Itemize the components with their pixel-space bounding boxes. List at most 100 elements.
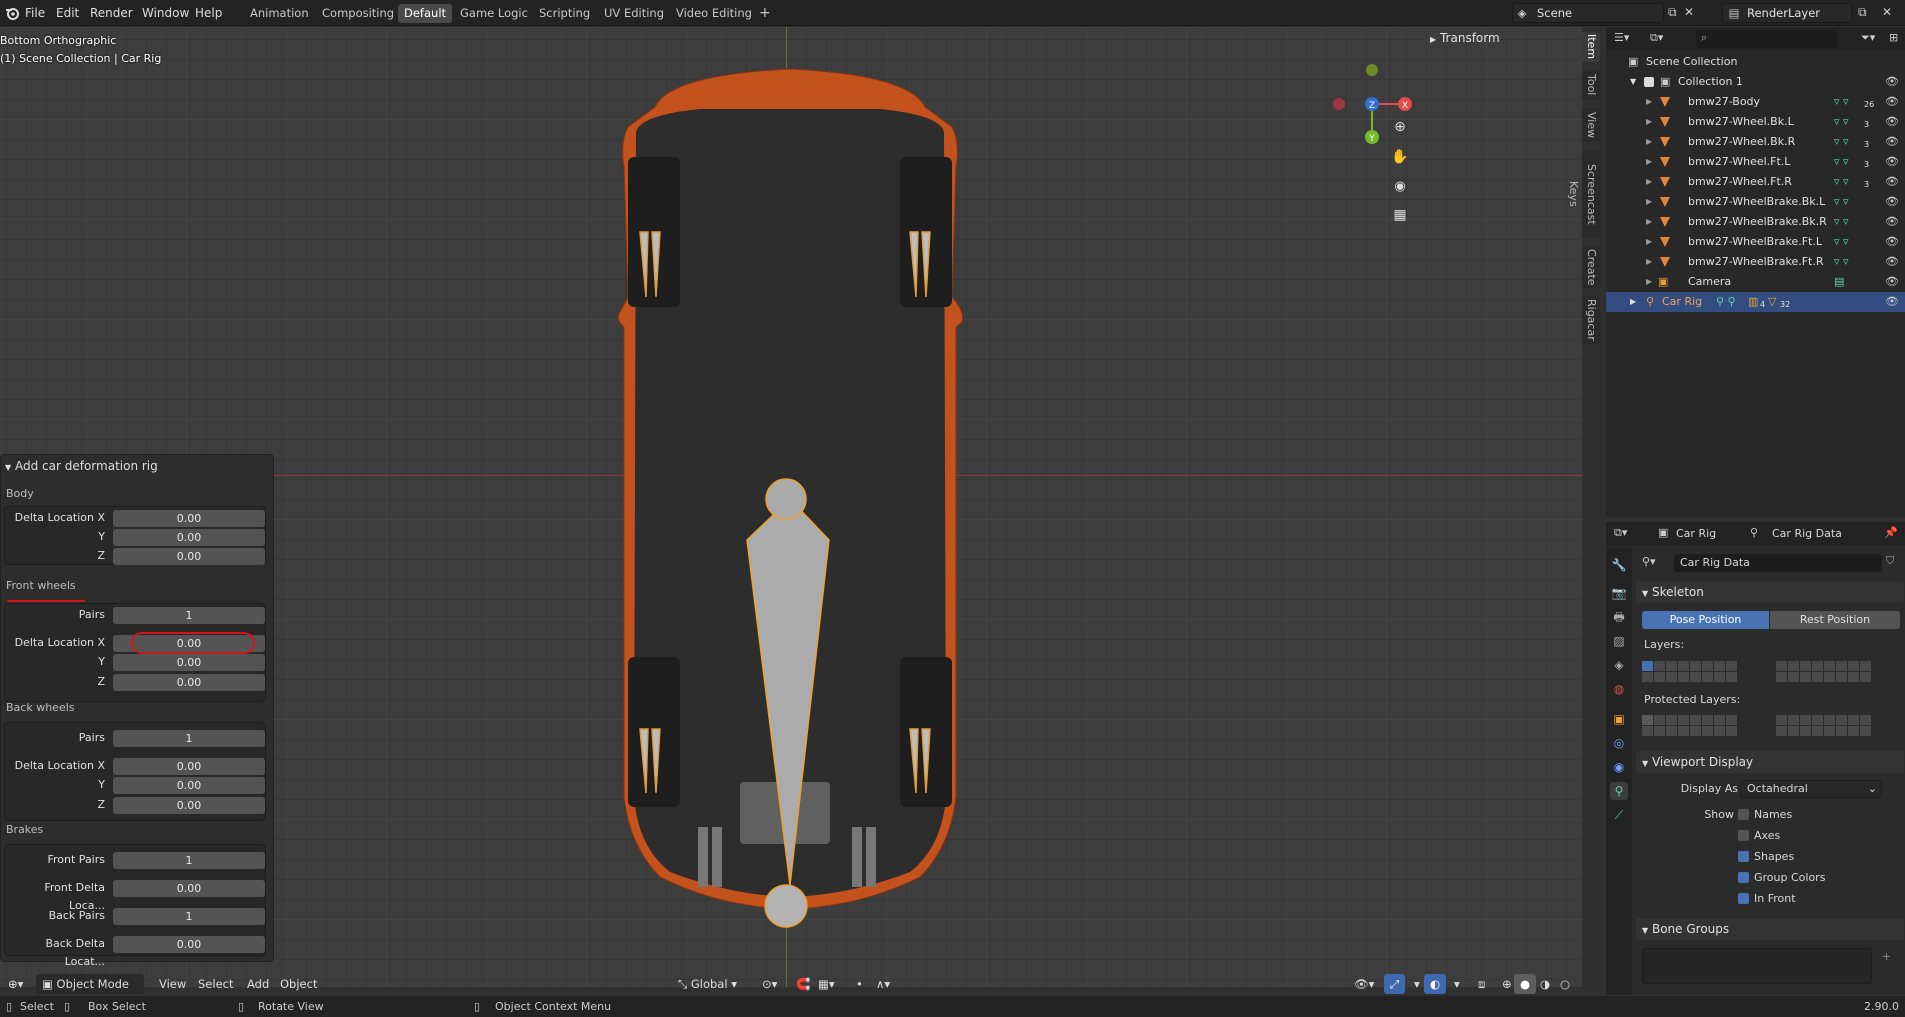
new-collection-icon[interactable]: ⊞: [1889, 31, 1898, 44]
transform-panel-header[interactable]: ▶ Transform: [1422, 27, 1580, 49]
filter-icon[interactable]: ⏷▾: [1861, 31, 1875, 45]
armature-layers-grid-1[interactable]: [1642, 661, 1737, 682]
expand-arrow-icon[interactable]: ▼: [1630, 72, 1636, 92]
camera-view-icon[interactable]: ◉: [1390, 179, 1410, 194]
tab-rigacar[interactable]: Rigacar: [1582, 296, 1600, 344]
outliner-search-input[interactable]: ⌕: [1696, 30, 1838, 48]
eye-icon[interactable]: 👁: [1885, 272, 1899, 292]
eye-icon[interactable]: 👁: [1885, 152, 1899, 172]
blender-logo-icon[interactable]: [4, 3, 20, 23]
back-delta-y-field[interactable]: 0.00: [113, 777, 265, 794]
eye-icon[interactable]: 👁: [1885, 112, 1899, 132]
back-delta-z-field[interactable]: 0.00: [113, 797, 265, 814]
eye-icon[interactable]: 👁: [1885, 212, 1899, 232]
outliner-object-row[interactable]: ▶ bmw27-WheelBrake.Ft.L ▿ ▿ 👁: [1606, 232, 1905, 252]
shapes-checkbox[interactable]: Shapes: [1738, 848, 1888, 866]
mode-selector[interactable]: ▣ Object Mode ▾: [36, 974, 144, 1011]
outliner-object-row[interactable]: ▶ bmw27-Wheel.Bk.R ▿ ▿ 3 👁: [1606, 132, 1905, 152]
view-layer-tab-icon[interactable]: ▨: [1610, 632, 1628, 650]
object-tab-icon[interactable]: ▣: [1610, 710, 1628, 728]
viewport-display-section-header[interactable]: ▼ Viewport Display: [1636, 751, 1904, 773]
shading-rendered-icon[interactable]: ○: [1554, 974, 1576, 994]
in-front-checkbox[interactable]: In Front: [1738, 890, 1888, 908]
outliner-object-row[interactable]: ▶ bmw27-Wheel.Ft.R ▿ ▿ 3 👁: [1606, 172, 1905, 192]
editor-type-icon[interactable]: ⊕▾: [2, 974, 29, 994]
expand-arrow-icon[interactable]: ▶: [1646, 172, 1652, 192]
bone-groups-list[interactable]: [1642, 948, 1872, 984]
body-delta-x-field[interactable]: 0.00: [113, 510, 265, 527]
eye-icon[interactable]: 👁: [1885, 132, 1899, 152]
overlays-dropdown-icon[interactable]: ▾: [1448, 974, 1466, 994]
modifiers-tab-icon[interactable]: ◎: [1610, 734, 1628, 752]
body-delta-z-field[interactable]: 0.00: [113, 548, 265, 565]
tab-item[interactable]: Item: [1582, 32, 1600, 62]
add-bone-group-icon[interactable]: +: [1882, 950, 1891, 963]
transform-orientation-selector[interactable]: ⤡ Global ▾: [672, 974, 748, 994]
bone-groups-section-header[interactable]: ▼ Bone Groups: [1636, 918, 1904, 940]
pan-hand-icon[interactable]: ✋: [1390, 149, 1410, 165]
filter-mode-icon[interactable]: ⧉▾: [1650, 31, 1663, 45]
xray-icon[interactable]: ⧈: [1472, 974, 1491, 994]
falloff-icon[interactable]: ∧▾: [870, 974, 896, 994]
expand-arrow-icon[interactable]: ▶: [1646, 272, 1652, 292]
back-brake-pairs-field[interactable]: 1: [113, 908, 265, 925]
protected-layers-grid-2[interactable]: [1776, 715, 1871, 736]
eye-icon[interactable]: 👁: [1885, 252, 1899, 272]
front-brake-pairs-field[interactable]: 1: [113, 852, 265, 869]
outliner-object-row[interactable]: ▶ bmw27-Body ▿ ▿ 26 👁: [1606, 92, 1905, 112]
menu-select[interactable]: Select: [192, 974, 239, 994]
tab-create[interactable]: Create: [1582, 246, 1600, 288]
view-layer-selector[interactable]: ▤ RenderLayer: [1722, 3, 1852, 23]
expand-arrow-icon[interactable]: ▶: [1646, 252, 1652, 272]
outliner-object-row[interactable]: ▶ ▣ Camera ▤ 👁: [1606, 272, 1905, 292]
shading-material-icon[interactable]: ◑: [1534, 974, 1556, 994]
bone-tab-icon[interactable]: ⟋: [1610, 806, 1628, 824]
expand-arrow-icon[interactable]: ▶: [1646, 112, 1652, 132]
editor-type-icon[interactable]: ⧉▾: [1614, 526, 1627, 540]
display-mode-icon[interactable]: ☰▾: [1614, 31, 1629, 44]
back-delta-x-field[interactable]: 0.00: [113, 758, 265, 775]
output-tab-icon[interactable]: 🖶: [1610, 608, 1628, 626]
outliner-object-row[interactable]: ▶ bmw27-WheelBrake.Ft.R ▿ ▿ 👁: [1606, 252, 1905, 272]
scene-tab-icon[interactable]: ◈: [1610, 656, 1628, 674]
expand-arrow-icon[interactable]: ▶: [1646, 212, 1652, 232]
workspace-tab-video-editing[interactable]: Video Editing: [670, 4, 758, 23]
outliner-scene-collection[interactable]: ▣ Scene Collection: [1606, 52, 1905, 72]
exclude-checkbox[interactable]: [1644, 77, 1654, 87]
pose-position-button[interactable]: Pose Position: [1642, 611, 1769, 629]
expand-arrow-icon[interactable]: ▶: [1646, 132, 1652, 152]
menu-file[interactable]: File: [25, 3, 45, 23]
tool-tab-icon[interactable]: 🔧: [1610, 556, 1628, 574]
car-model[interactable]: [600, 57, 980, 937]
menu-help[interactable]: Help: [195, 3, 222, 23]
front-delta-y-field[interactable]: 0.00: [113, 654, 265, 671]
expand-arrow-icon[interactable]: ▶: [1646, 232, 1652, 252]
fake-user-shield-icon[interactable]: ⛉: [1886, 554, 1894, 568]
expand-arrow-icon[interactable]: ▶: [1646, 192, 1652, 212]
eye-icon[interactable]: 👁: [1885, 192, 1899, 212]
front-pairs-field[interactable]: 1: [113, 607, 265, 624]
tab-screencast-keys[interactable]: Screencast Keys: [1567, 150, 1600, 238]
world-tab-icon[interactable]: ◍: [1610, 680, 1628, 698]
eye-icon[interactable]: 👁: [1885, 172, 1899, 192]
workspace-tab-game-logic[interactable]: Game Logic: [454, 4, 534, 23]
rest-position-button[interactable]: Rest Position: [1770, 611, 1900, 629]
snap-target-icon[interactable]: ▦▾: [812, 974, 841, 994]
expand-arrow-icon[interactable]: ▶: [1630, 292, 1636, 312]
delete-scene-icon[interactable]: ✕: [1684, 5, 1694, 19]
expand-arrow-icon[interactable]: ▶: [1646, 152, 1652, 172]
proportional-edit-icon[interactable]: •: [850, 974, 869, 994]
pin-icon[interactable]: 📌: [1884, 526, 1898, 539]
menu-window[interactable]: Window: [142, 3, 189, 23]
outliner-object-row[interactable]: ▶ bmw27-Wheel.Ft.L ▿ ▿ 3 👁: [1606, 152, 1905, 172]
outliner-object-row[interactable]: ▶ bmw27-WheelBrake.Bk.R ▿ ▿ 👁: [1606, 212, 1905, 232]
menu-edit[interactable]: Edit: [56, 3, 79, 23]
overlays-toggle-icon[interactable]: ◐: [1424, 974, 1447, 994]
new-scene-icon[interactable]: ⧉: [1668, 5, 1677, 20]
workspace-tab-default[interactable]: Default: [398, 4, 453, 23]
workspace-tab-scripting[interactable]: Scripting: [533, 4, 596, 23]
eye-icon[interactable]: 👁: [1885, 292, 1899, 312]
display-as-dropdown[interactable]: Octahedral ⌄: [1740, 780, 1882, 798]
menu-add[interactable]: Add: [241, 974, 275, 994]
outliner-car-rig[interactable]: ▶ ⚲ Car Rig ⚲ ⚲ ▥ 4 ▽ 32 👁: [1606, 292, 1905, 312]
